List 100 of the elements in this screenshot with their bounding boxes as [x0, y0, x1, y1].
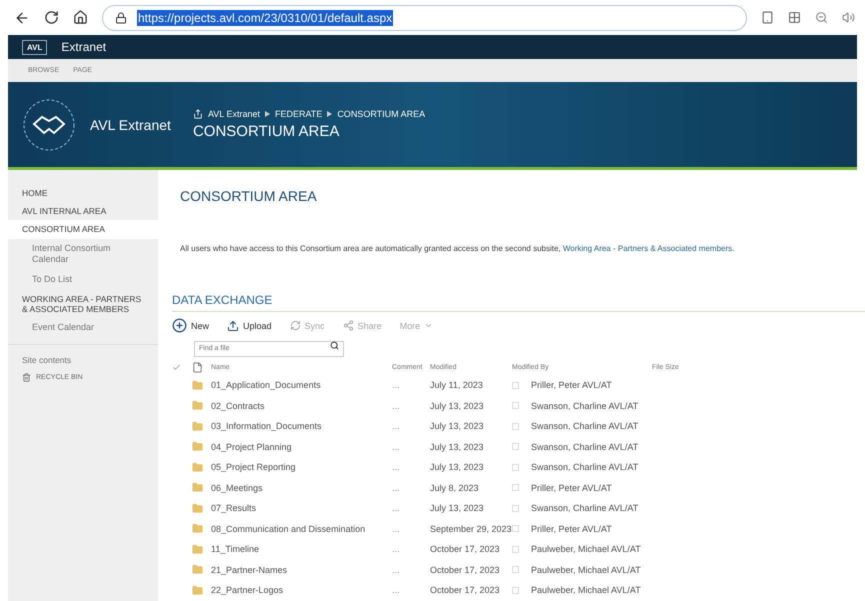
more-button[interactable]: ...	[392, 518, 430, 539]
nav-item[interactable]: AVL INTERNAL AREA	[8, 202, 158, 220]
share-icon	[192, 109, 203, 119]
breadcrumb-link[interactable]: CONSORTIUM AREA	[337, 109, 426, 119]
refresh-icon[interactable]	[44, 10, 59, 25]
toolbar-button[interactable]: New	[172, 318, 210, 333]
nav-item[interactable]: WORKING AREA - PARTNERS & ASSOCIATED MEMBERS	[8, 290, 158, 318]
name-cell[interactable]: 04_Project Planning	[192, 436, 392, 457]
name-cell[interactable]: 07_Results	[192, 498, 392, 518]
folder-icon	[192, 523, 203, 534]
presence-icon	[512, 382, 519, 389]
author-cell: Priller, Peter AVL/AT	[531, 524, 612, 534]
nav-item[interactable]: CONSORTIUM AREA	[8, 220, 158, 239]
chevron-icon	[424, 321, 434, 330]
toolbar-button[interactable]: Upload	[227, 320, 272, 332]
url-text: https://projects.avl.com/23/0310/01/default.aspx	[137, 10, 394, 26]
name-cell[interactable]: 22_Partner-Logos	[192, 580, 392, 600]
presence-icon	[512, 484, 519, 492]
content-title: CONSORTIUM AREA	[180, 188, 318, 204]
author-cell: Swanson, Charline AVL/AT	[531, 421, 638, 432]
more-button[interactable]: ...	[392, 416, 430, 436]
presence-icon	[512, 546, 519, 553]
site-title[interactable]: AVL Extranet	[90, 116, 171, 132]
intro-text: All users who have access to this Consortium area are automatically granted access on the second subsite, Working Area - Partners & Associated members.	[180, 244, 736, 253]
zoom-icon[interactable]	[815, 11, 828, 24]
presence-icon	[512, 464, 519, 471]
trash-icon	[22, 372, 31, 382]
more-button[interactable]: ...	[392, 396, 430, 416]
date-cell-text: July 13, 2023	[430, 502, 485, 516]
folder-icon	[192, 564, 203, 576]
more-button[interactable]: ...	[392, 457, 430, 478]
presence-icon	[512, 586, 519, 594]
sync-icon	[290, 320, 301, 331]
more-button[interactable]: ...	[392, 498, 430, 518]
author-cell: Swanson, Charline AVL/AT	[531, 503, 638, 514]
share-icon	[342, 320, 354, 331]
read-aloud-icon[interactable]	[842, 11, 855, 24]
nav-subitem[interactable]: Internal Consortium Calendar	[8, 238, 158, 270]
author-cell: Swanson, Charline AVL/AT	[531, 400, 638, 411]
date-cell-text: July 13, 2023	[430, 440, 485, 454]
date-cell-text: July 8, 2023	[430, 482, 480, 495]
date-cell-text: October 17, 2023	[430, 543, 501, 556]
author-cell: Paulweber, Michael AVL/AT	[531, 564, 641, 575]
working-area-link[interactable]: Working Area - Partners & Associated members	[562, 244, 732, 253]
presence-icon	[512, 566, 519, 574]
folder-icon	[192, 420, 203, 432]
folder-icon	[192, 462, 203, 473]
logo[interactable]: AVL	[22, 40, 48, 54]
folder-icon	[192, 400, 203, 412]
address-bar[interactable]: https://projects.avl.com/23/0310/01/default.aspx	[102, 4, 747, 30]
arrow-icon	[264, 111, 270, 117]
qr-icon[interactable]	[788, 11, 801, 24]
name-cell[interactable]: 11_Timeline	[192, 539, 392, 560]
date-cell-text: July 13, 2023	[430, 420, 485, 434]
name-cell[interactable]: 03_Information_Documents	[192, 416, 392, 436]
presence-icon	[512, 402, 519, 410]
more-button[interactable]: ...	[392, 560, 430, 580]
site-contents-link[interactable]: Site contents	[8, 350, 158, 369]
lock-icon	[115, 12, 127, 24]
name-cell[interactable]: 06_Meetings	[192, 478, 392, 498]
name-cell[interactable]: 02_Contracts	[192, 396, 392, 416]
author-cell: Paulweber, Michael AVL/AT	[531, 585, 641, 596]
search-icon	[330, 341, 339, 350]
arrow-icon	[327, 111, 332, 117]
name-cell[interactable]: 05_Project Reporting	[192, 457, 392, 478]
breadcrumb-link[interactable]: AVL Extranet	[208, 109, 260, 119]
folder-icon	[192, 584, 203, 596]
file-icon	[192, 362, 203, 372]
suite-title[interactable]: Extranet	[61, 40, 106, 54]
breadcrumb-link[interactable]: FEDERATE	[274, 109, 322, 119]
upload-icon	[227, 320, 240, 332]
folder-icon	[192, 380, 203, 391]
more-button[interactable]: ...	[392, 539, 430, 560]
author-cell: Swanson, Charline AVL/AT	[531, 462, 638, 472]
section-title: DATA EXCHANGE	[172, 293, 865, 312]
presence-icon	[512, 422, 519, 430]
name-cell[interactable]: 21_Partner-Names	[192, 560, 392, 580]
author-cell: Priller, Peter AVL/AT	[531, 380, 612, 390]
more-button[interactable]: ...	[392, 436, 430, 457]
folder-icon	[192, 482, 203, 494]
more-button[interactable]: ...	[392, 375, 430, 396]
more-button[interactable]: ...	[392, 478, 430, 498]
author-cell: Paulweber, Michael AVL/AT	[531, 544, 641, 554]
nav-subitem[interactable]: Event Calendar	[8, 318, 158, 338]
back-icon[interactable]	[14, 10, 30, 26]
presence-icon	[512, 443, 519, 450]
nav-item[interactable]: HOME	[8, 184, 158, 202]
presence-icon	[512, 504, 519, 512]
home-icon[interactable]	[73, 10, 88, 25]
date-cell-text: October 17, 2023	[430, 564, 501, 577]
nav-subitem[interactable]: To Do List	[8, 270, 158, 290]
name-cell[interactable]: 01_Application_Documents	[192, 375, 392, 396]
app-icon[interactable]	[761, 11, 774, 24]
plus-icon	[172, 318, 187, 333]
name-cell[interactable]: 08_Communication and Dissemination	[192, 518, 392, 539]
date-cell-text: July 13, 2023	[430, 461, 485, 474]
date-cell-text: July 11, 2023	[430, 379, 484, 392]
date-cell-text: October 17, 2023	[430, 584, 501, 598]
page-title: CONSORTIUM AREA	[192, 123, 340, 140]
more-button[interactable]: ...	[392, 580, 430, 600]
